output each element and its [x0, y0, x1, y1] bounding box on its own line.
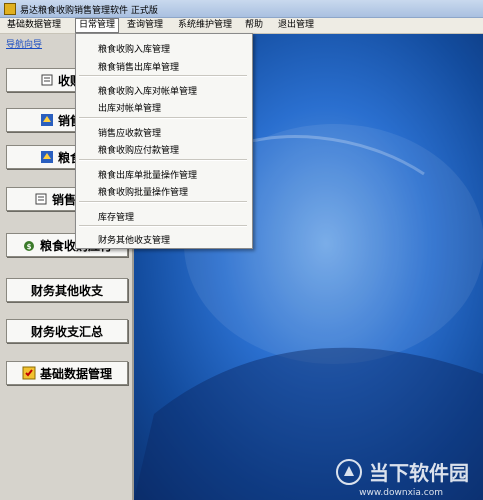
menu-item-batch-purchase[interactable]: 粮食收购批量操作管理	[98, 185, 188, 198]
menu-system[interactable]: 系统维护管理	[175, 19, 235, 32]
settings-icon	[22, 366, 36, 380]
watermark-logo-icon	[336, 458, 362, 485]
menu-query[interactable]: 查询管理	[124, 19, 166, 32]
menu-item-batch-outbound[interactable]: 粮食出库单批量操作管理	[98, 168, 197, 181]
menu-separator	[79, 225, 247, 227]
app-icon	[4, 3, 16, 15]
menu-exit[interactable]: 退出管理	[275, 19, 317, 32]
menu-separator	[79, 117, 247, 119]
window-title: 易达粮食收购销售管理软件 正式版	[20, 6, 158, 16]
menu-item-sales-outbound[interactable]: 粮食销售出库单管理	[98, 60, 179, 73]
nav-guide-link[interactable]: 导航向导	[6, 37, 42, 50]
watermark-text: 当下软件园	[369, 461, 469, 485]
nav-finance-summary-button[interactable]: 财务收支汇总	[6, 319, 128, 343]
money-bag-icon: $	[23, 241, 34, 251]
document-icon	[41, 74, 53, 86]
daily-menu-dropdown: 粮食收购入库管理 粮食销售出库单管理 粮食收购入库对帐单管理 出库对帐单管理 销…	[75, 33, 253, 249]
menu-item-receivable[interactable]: 销售应收款管理	[98, 126, 161, 139]
menu-separator	[79, 201, 247, 203]
menu-help[interactable]: 帮助	[242, 19, 266, 32]
nav-basic-data-button[interactable]: 基础数据管理	[6, 361, 128, 385]
nav-basic-data-label: 基础数据管理	[39, 366, 112, 381]
menu-basic-data[interactable]: 基础数据管理	[4, 19, 64, 32]
menu-separator	[79, 75, 247, 77]
menu-daily[interactable]: 日常管理	[75, 18, 120, 33]
nav-other-finance-button[interactable]: 财务其他收支	[6, 278, 128, 302]
menu-bar: 基础数据管理 日常管理 查询管理 系统维护管理 帮助 退出管理	[0, 18, 483, 34]
document-icon	[35, 193, 47, 205]
title-bar: 易达粮食收购销售管理软件 正式版	[0, 0, 483, 18]
menu-item-payable[interactable]: 粮食收购应付款管理	[98, 143, 179, 156]
menu-item-other-finance[interactable]: 财务其他收支管理	[98, 233, 170, 246]
menu-item-inventory[interactable]: 库存管理	[98, 210, 134, 223]
watermark-url: www.downxia.com	[359, 488, 443, 498]
menu-item-outbound-statement[interactable]: 出库对帐单管理	[98, 101, 161, 114]
menu-separator	[79, 159, 247, 161]
nav-finance-summary-label: 财务收支汇总	[30, 324, 103, 339]
nav-other-finance-label: 财务其他收支	[30, 283, 103, 298]
svg-text:$: $	[27, 243, 32, 251]
menu-item-purchase-statement[interactable]: 粮食收购入库对帐单管理	[98, 84, 197, 97]
sales-icon	[40, 114, 53, 126]
storage-icon	[40, 151, 53, 163]
watermark: 当下软件园	[335, 457, 469, 486]
menu-item-purchase-inbound[interactable]: 粮食收购入库管理	[98, 42, 170, 55]
